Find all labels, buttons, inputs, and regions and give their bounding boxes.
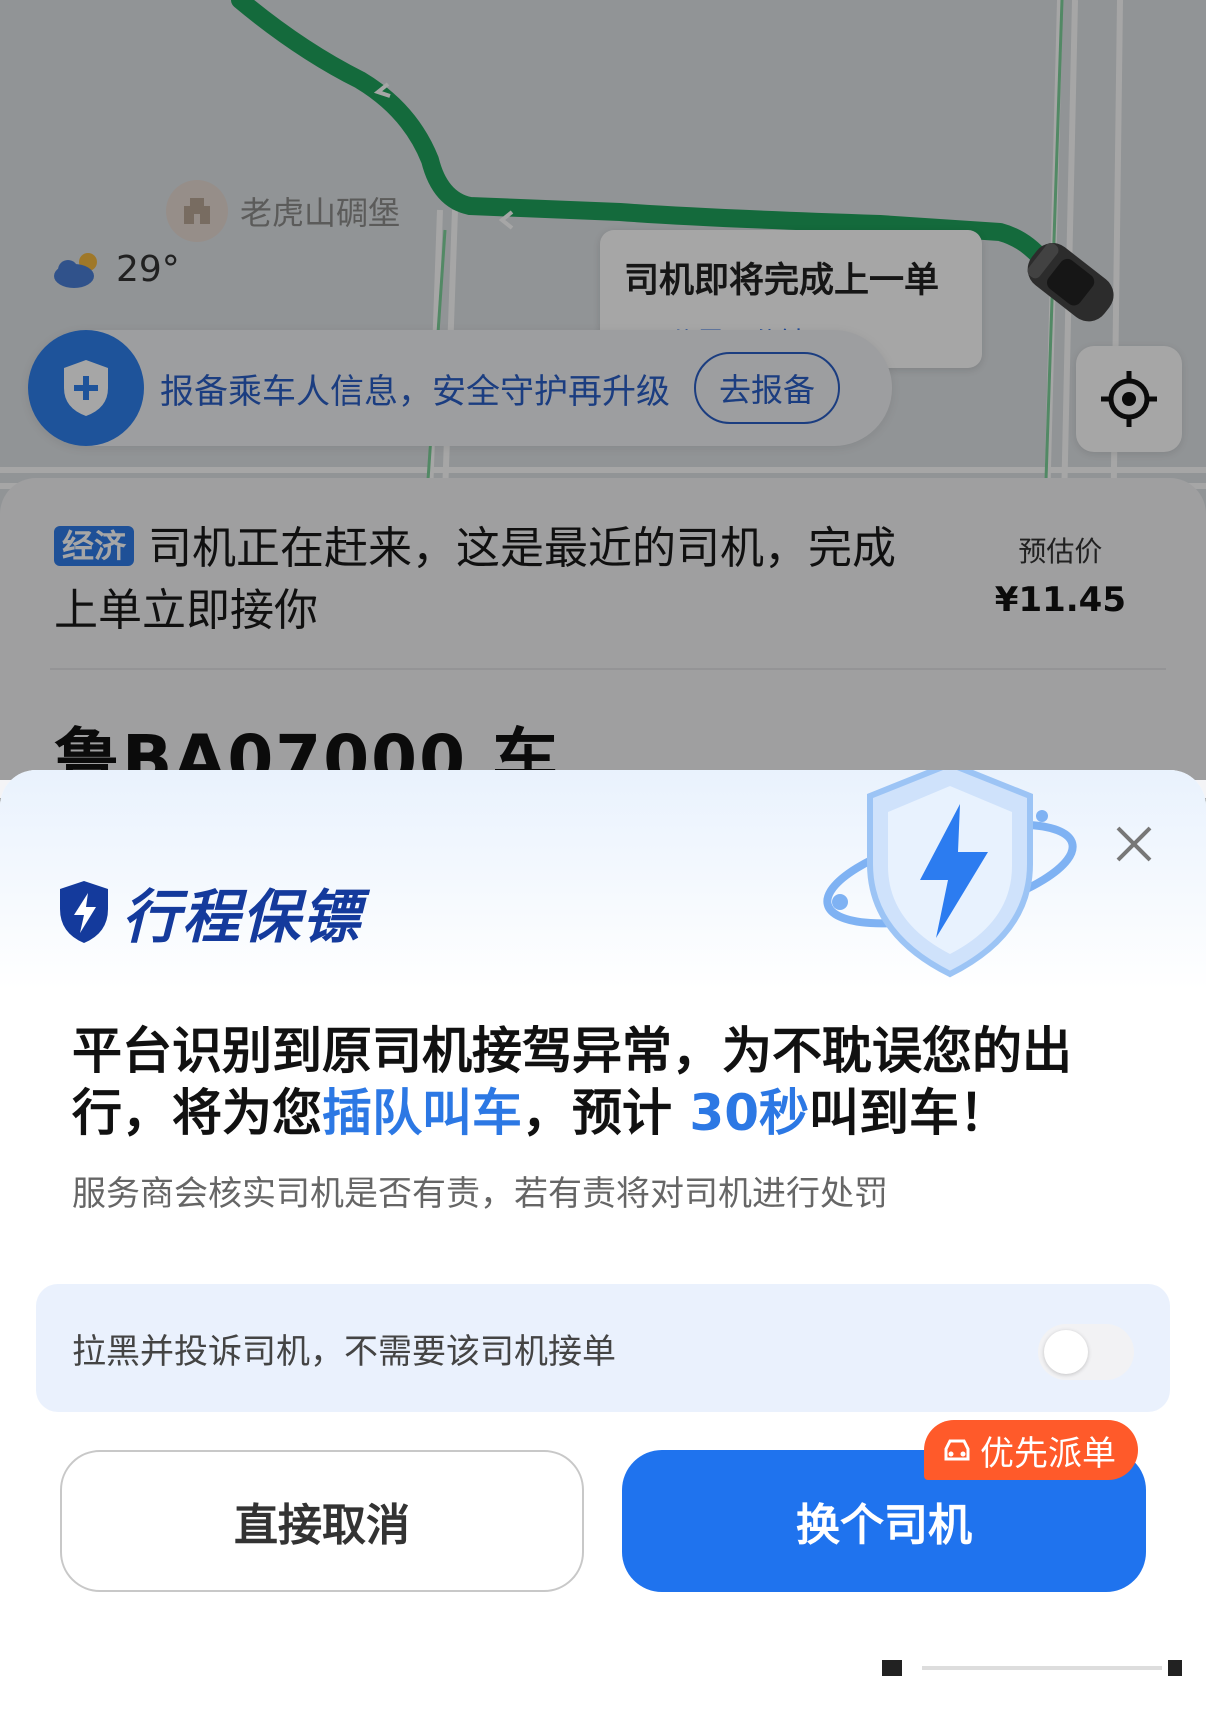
priority-tag-text: 优先派单 [980, 1433, 1116, 1474]
brand-name: 行程保镖 [122, 883, 363, 951]
headline-highlight-time: 30秒 [689, 1084, 810, 1142]
headline-highlight-queue: 插队叫车 [322, 1084, 522, 1142]
watermark-mark [882, 1660, 1182, 1676]
car-small-icon [944, 1439, 970, 1461]
priority-dispatch-tag: 优先派单 [924, 1420, 1138, 1480]
modal-headline: 平台识别到原司机接驾异常，为不耽误您的出行，将为您插队叫车，预计 30秒叫到车！ [72, 1022, 1072, 1142]
shield-lightning-icon [823, 770, 1077, 978]
block-driver-row[interactable]: 拉黑并投诉司机，不需要该司机接单 [36, 1284, 1170, 1412]
bodyguard-modal: 行程保镖 平台识别到原司机接驾异常，为不耽误您的出行，将为您插队叫车，预计 30… [0, 770, 1206, 1710]
toggle-knob [1044, 1330, 1088, 1374]
modal-subline: 服务商会核实司机是否有责，若有责将对司机进行处罚 [72, 1174, 888, 1214]
brand-shield-icon [60, 881, 108, 943]
modal-backdrop[interactable] [0, 0, 1206, 780]
cancel-ride-button[interactable]: 直接取消 [60, 1450, 584, 1592]
brand-logo: 行程保镖 [58, 870, 362, 954]
block-driver-label: 拉黑并投诉司机，不需要该司机接单 [72, 1331, 616, 1372]
close-icon[interactable] [1110, 820, 1158, 868]
block-driver-toggle[interactable] [1038, 1324, 1134, 1380]
